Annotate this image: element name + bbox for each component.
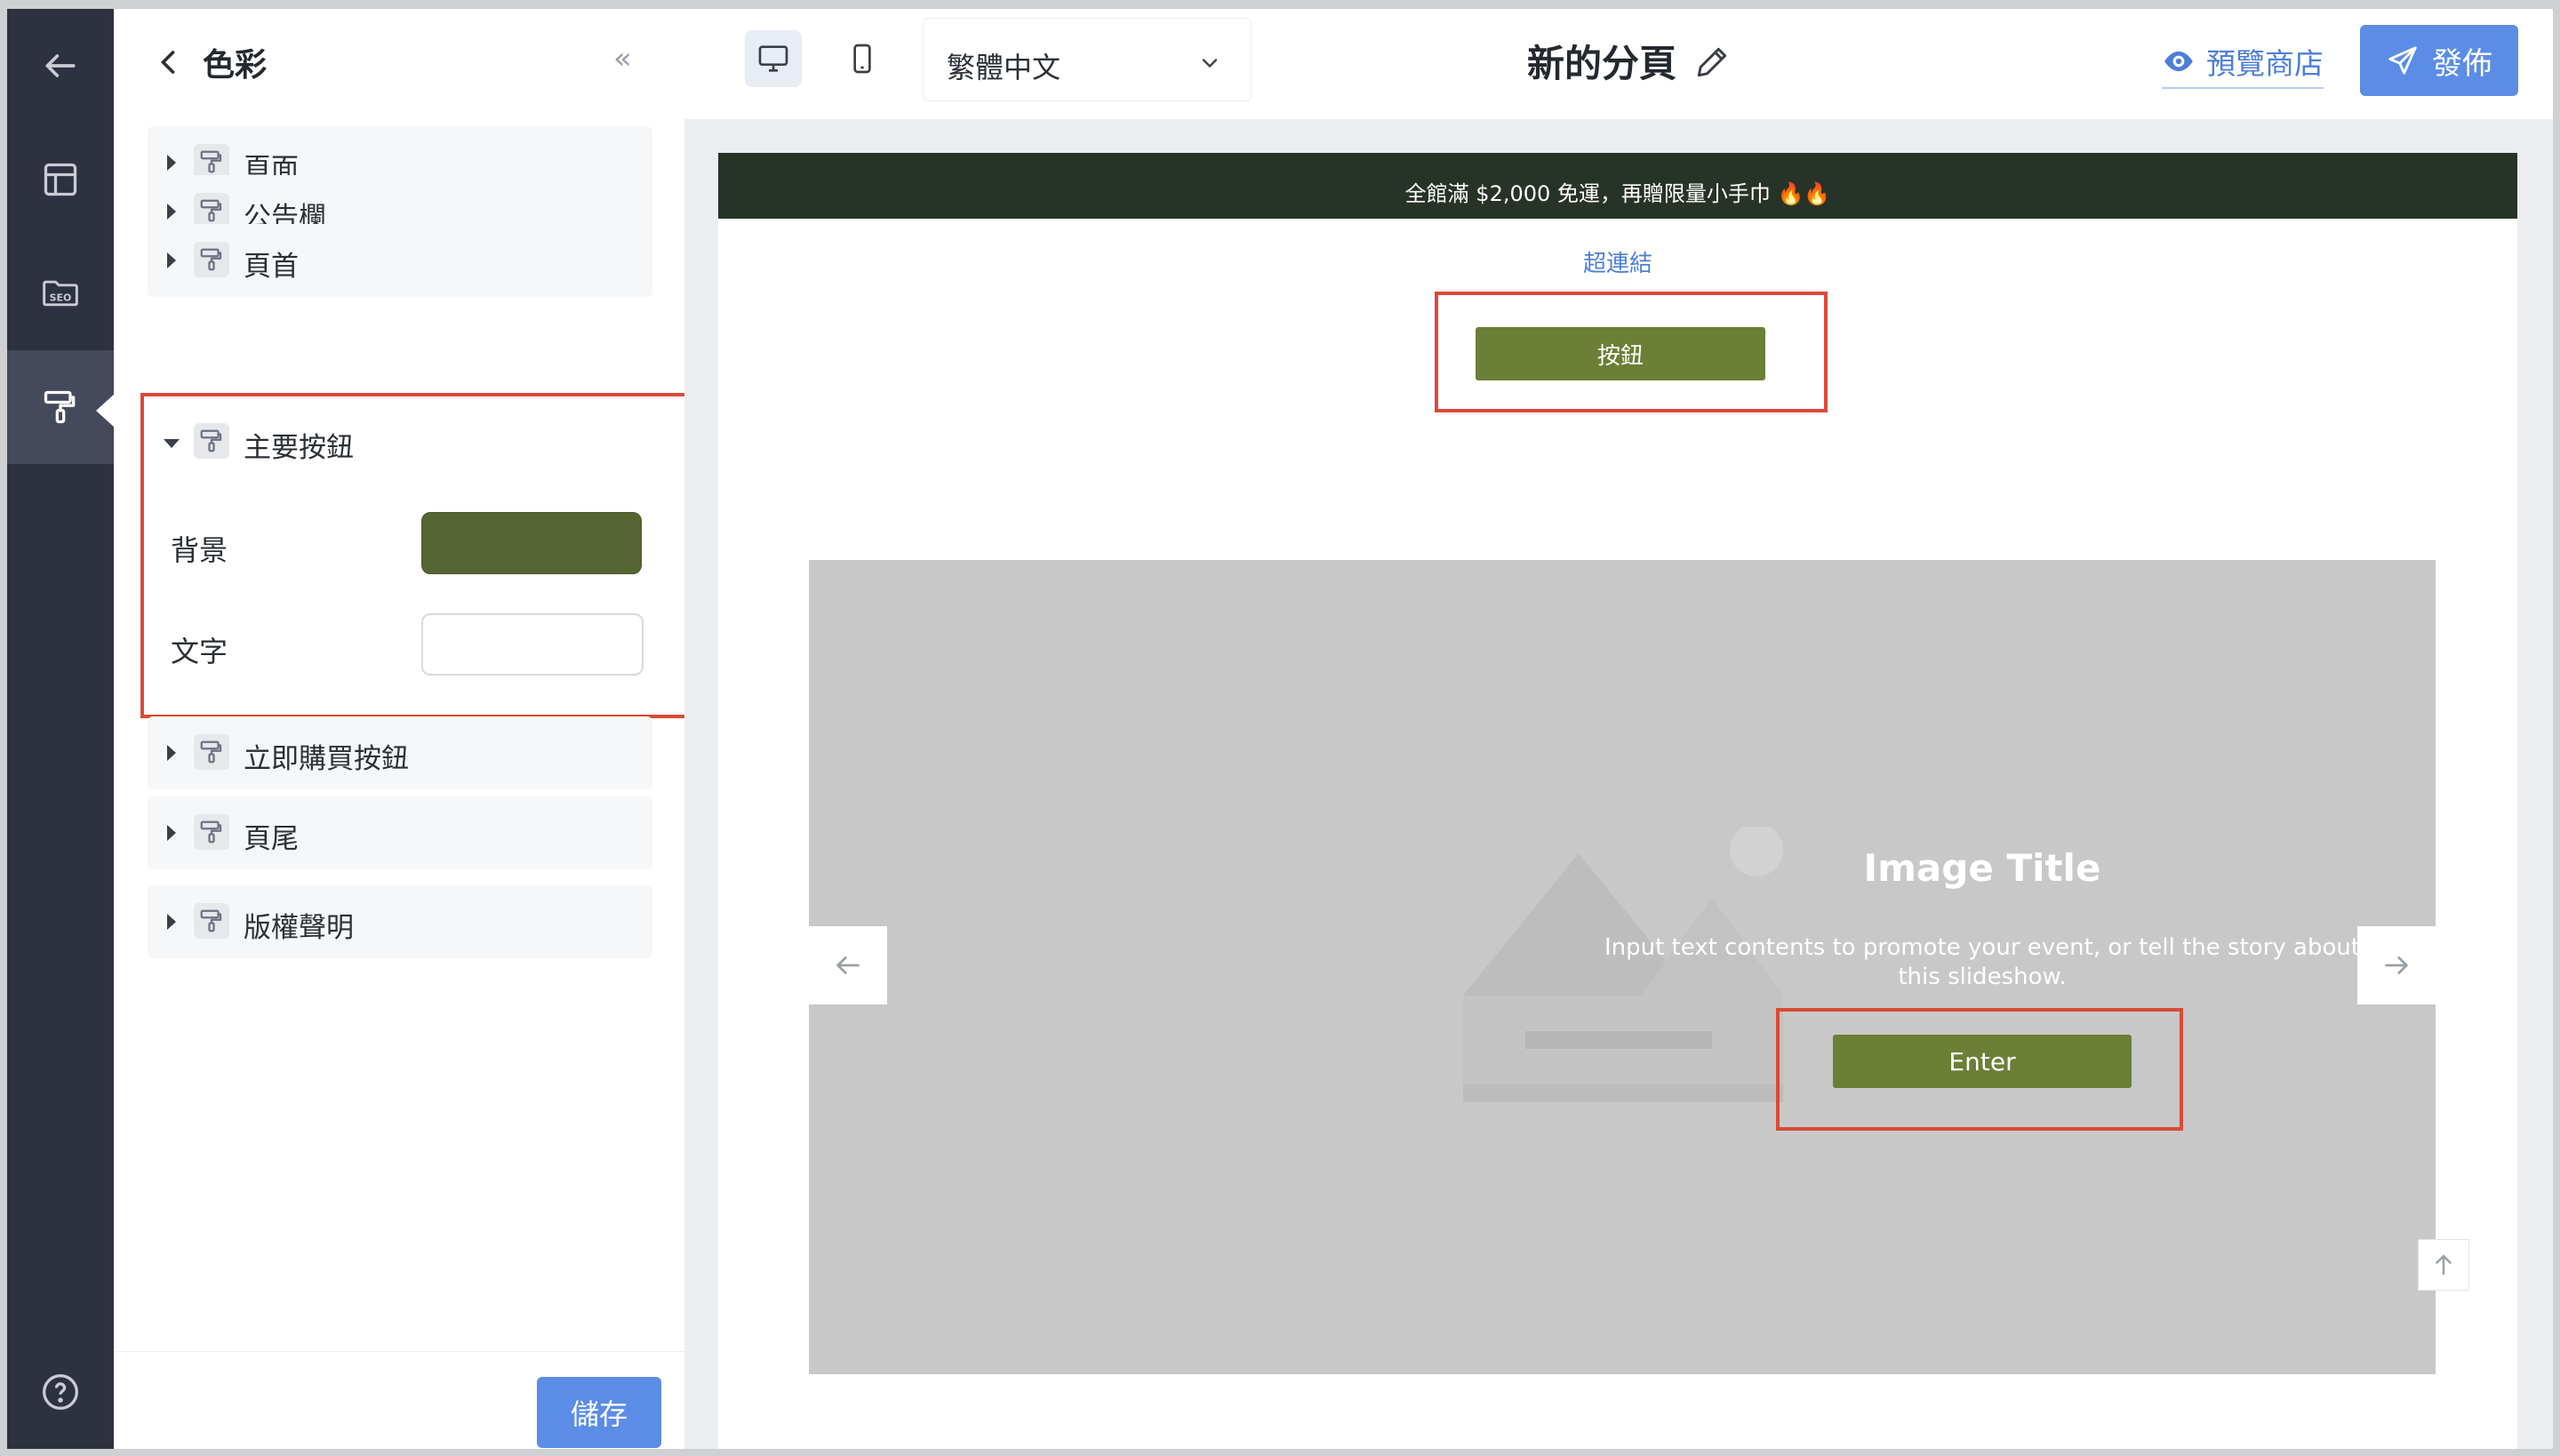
section-label: 頁尾: [244, 823, 299, 855]
arrow-right-icon: [2385, 956, 2408, 974]
save-button[interactable]: 儲存: [537, 1377, 661, 1448]
arrow-left-icon: [45, 54, 76, 77]
desktop-view-button[interactable]: [745, 30, 802, 87]
site-preview: 全館滿 $2,000 免運，再贈限量小手巾 🔥🔥 超連結 按鈕 Image Ti…: [718, 153, 2517, 1449]
hyperlink[interactable]: 超連結: [718, 245, 2517, 278]
paint-roller-icon: [194, 193, 229, 228]
caret-right-icon: [167, 914, 176, 930]
help-icon: [43, 1374, 78, 1410]
eye-icon: [2164, 51, 2193, 72]
panel-header: 色彩 «: [114, 9, 684, 107]
slide-title: Image Title: [1863, 846, 2101, 890]
caret-right-icon: [167, 252, 176, 268]
paint-roller-icon: [194, 144, 229, 180]
prev-slide-button[interactable]: [809, 926, 887, 1004]
paint-roller-icon: [194, 814, 229, 850]
seo-button[interactable]: SEO: [7, 236, 114, 350]
section-label: 立即購買按鈕: [244, 743, 409, 775]
panel-back-button[interactable]: [158, 44, 185, 80]
seo-folder-icon: SEO: [43, 280, 78, 307]
paper-plane-icon: [2388, 46, 2417, 75]
editor-toolbar: 繁體中文 新的分頁 預覽商店 發佈: [684, 9, 2553, 119]
section-label: 頁首: [244, 251, 299, 283]
highlight-box: [1435, 292, 1828, 412]
announcement-bar: 全館滿 $2,000 免運，再贈限量小手巾 🔥🔥: [718, 153, 2517, 219]
preview-store-button[interactable]: 預覽商店: [2162, 36, 2324, 89]
paint-roller-icon: [44, 390, 76, 424]
mobile-icon: [853, 44, 871, 74]
layout-icon: [44, 163, 77, 196]
scroll-to-top-button[interactable]: [2418, 1239, 2469, 1291]
arrow-up-icon: [2436, 1254, 2452, 1276]
section-header[interactable]: 頁首: [148, 224, 652, 297]
help-button[interactable]: [7, 1335, 114, 1449]
paint-roller-icon: [194, 903, 229, 939]
svg-text:SEO: SEO: [50, 292, 72, 303]
layout-button[interactable]: [7, 123, 114, 236]
preview-label: 預覽商店: [2206, 46, 2324, 81]
paint-roller-icon: [194, 734, 229, 770]
chevron-down-icon: [1202, 59, 1218, 68]
mobile-view-button[interactable]: [834, 30, 891, 87]
section-copyright[interactable]: 版權聲明: [148, 885, 652, 958]
active-pointer: [96, 393, 116, 428]
language-value: 繁體中文: [947, 51, 1061, 84]
panel-footer: 儲存: [114, 1351, 684, 1449]
highlight-box: [1776, 1008, 2183, 1131]
next-slide-button[interactable]: [2357, 926, 2436, 1004]
section-buy-now-button[interactable]: 立即購買按鈕: [148, 716, 652, 789]
publish-label: 發佈: [2432, 45, 2492, 82]
collapse-panel-icon[interactable]: «: [613, 41, 632, 76]
preview-canvas: 全館滿 $2,000 免運，再贈限量小手巾 🔥🔥 超連結 按鈕 Image Ti…: [684, 119, 2553, 1449]
chevron-left-icon: [160, 51, 175, 74]
paint-roller-icon: [194, 242, 229, 277]
panel-title: 色彩: [203, 47, 268, 84]
language-select[interactable]: 繁體中文: [923, 18, 1252, 101]
publish-button[interactable]: 發佈: [2360, 25, 2518, 96]
caret-right-icon: [167, 204, 176, 220]
section-footer[interactable]: 頁尾: [148, 796, 652, 869]
pencil-icon[interactable]: [1692, 43, 1732, 82]
caret-right-icon: [167, 745, 176, 761]
page-title: 新的分頁: [1527, 42, 1677, 85]
highlight-box: [140, 393, 690, 718]
caret-right-icon: [167, 155, 176, 171]
slide-text: Input text contents to promote your even…: [1604, 934, 2361, 990]
caret-right-icon: [167, 825, 176, 841]
arrow-left-icon: [836, 956, 860, 974]
app-window: SEO 色彩 « 頁面 公告欄 頁首 主要按鈕 背景 文字 立即購買按鈕 頁尾 …: [7, 9, 2553, 1449]
slideshow: Image Title Input text contents to promo…: [809, 560, 2436, 1374]
color-settings-panel: 色彩 « 頁面 公告欄 頁首 主要按鈕 背景 文字 立即購買按鈕 頁尾 版權聲明…: [114, 9, 690, 1449]
desktop-icon: [758, 45, 788, 72]
icon-rail: SEO: [7, 9, 116, 1449]
back-button[interactable]: [7, 9, 114, 123]
section-label: 版權聲明: [244, 912, 354, 944]
